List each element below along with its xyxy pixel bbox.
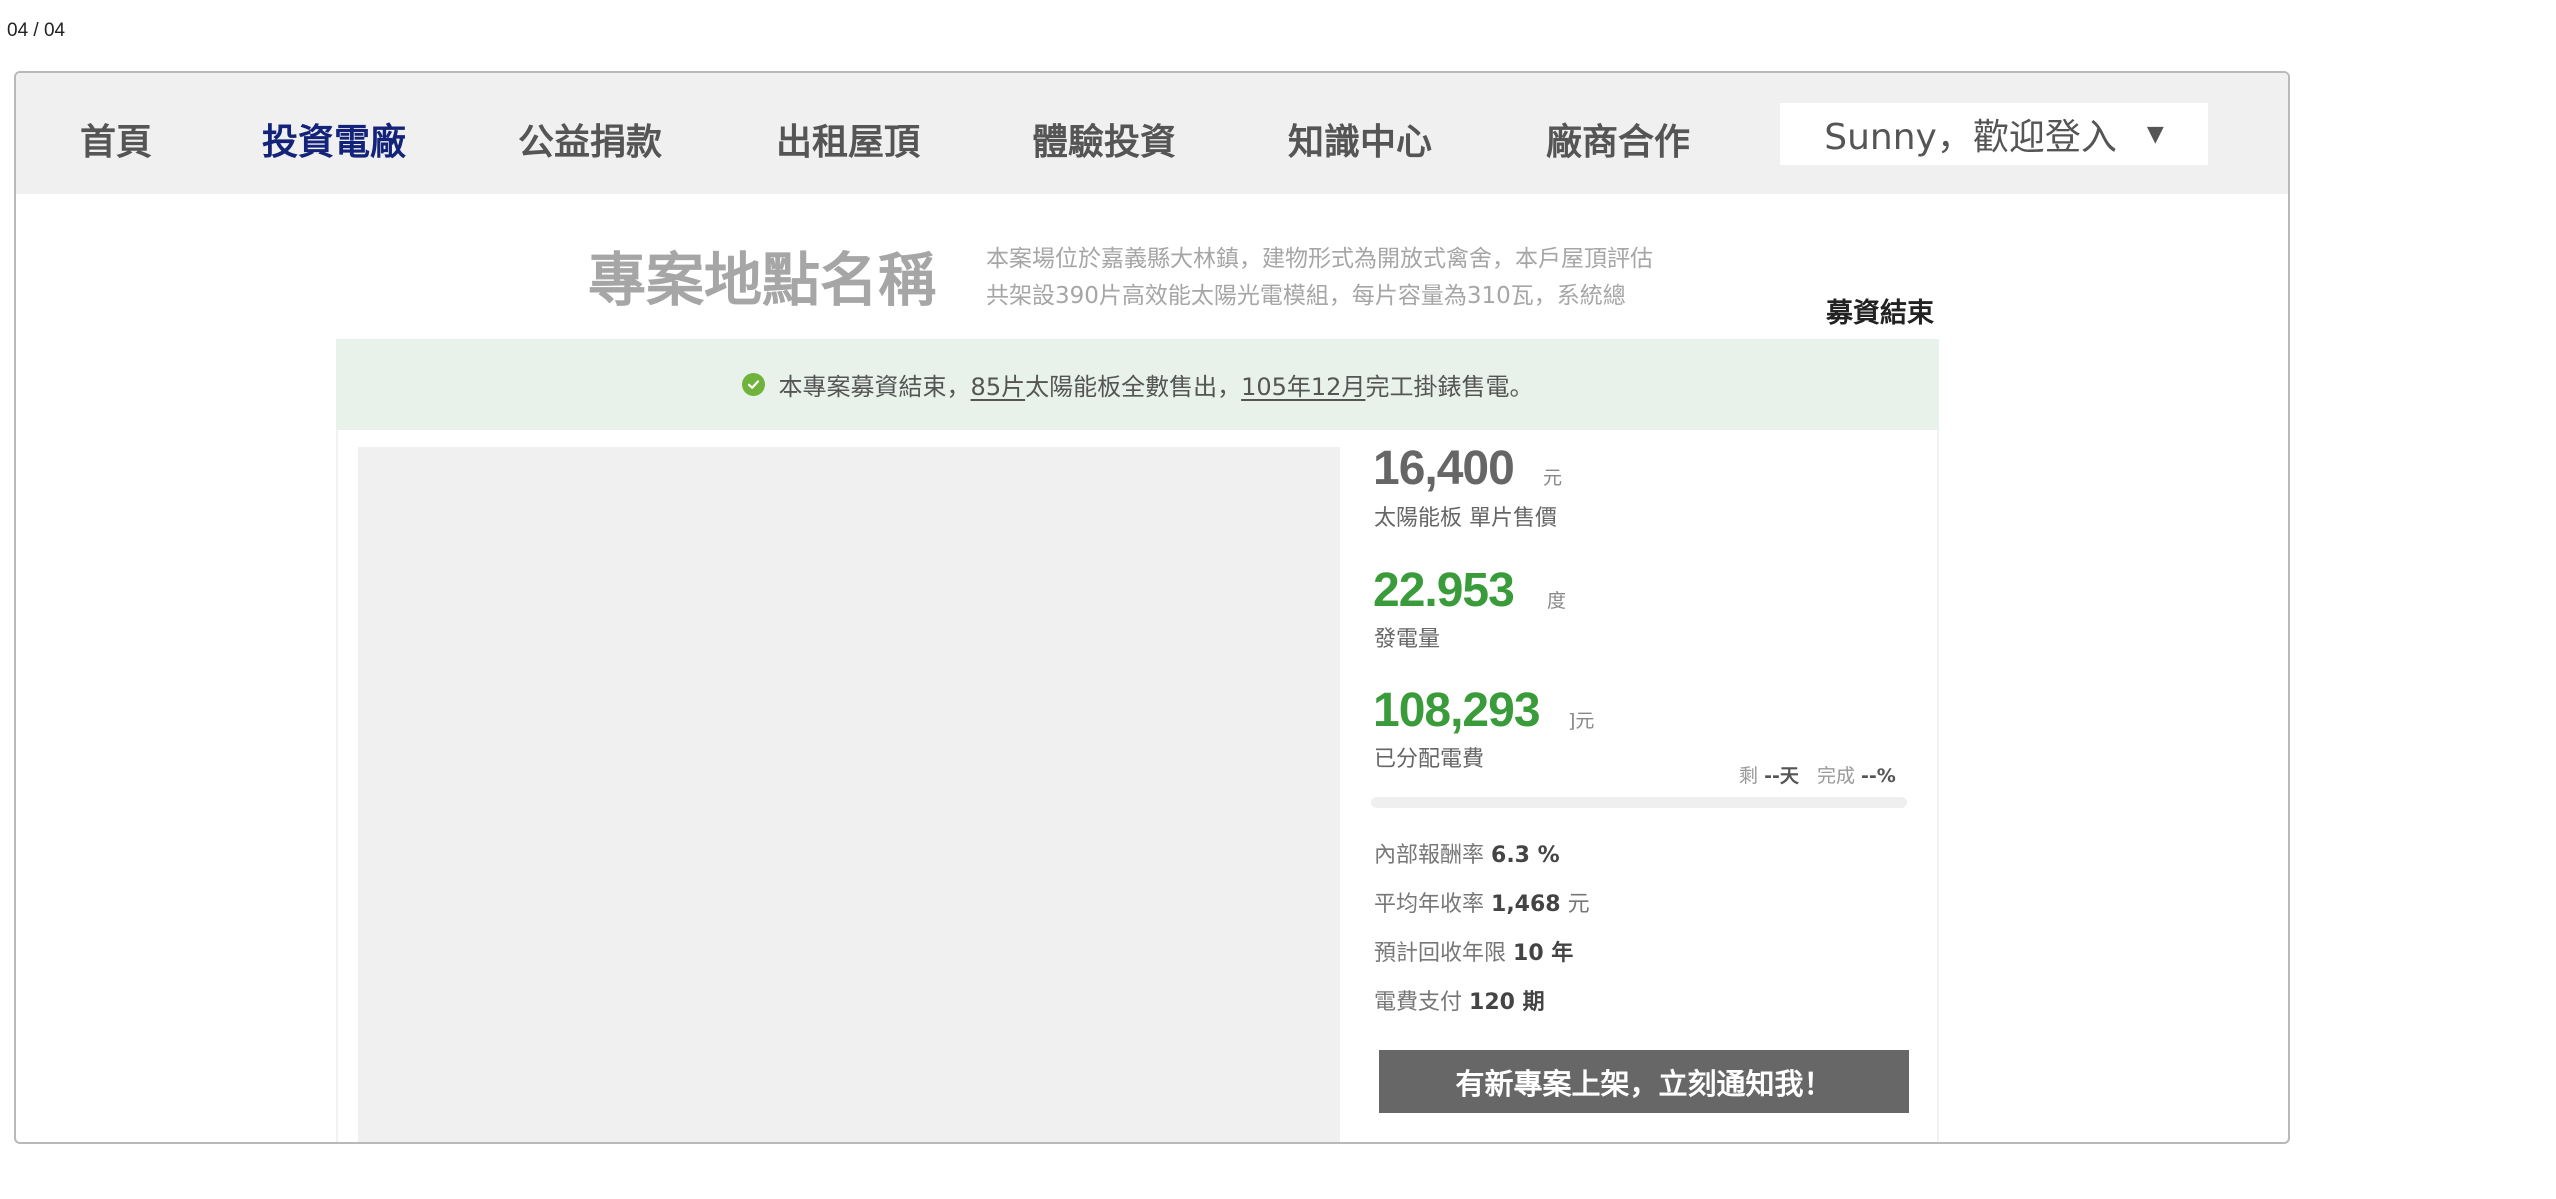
banner-text: 完工掛錶售電。 [1365,373,1534,401]
project-image [358,447,1340,1142]
remain-value: --天 [1764,765,1799,787]
banner-panels: 85片 [970,373,1026,401]
complete-label: 完成 [1816,765,1855,787]
chevron-down-icon: ▼ [2146,121,2164,147]
detail-payback: 預計回收年限 10 年 [1374,935,1573,967]
detail-value: 1,468 [1491,892,1561,917]
funding-ended-banner: 本專案募資結束， 85片 太陽能板全數售出， 105年12月 完工掛錶售電。 [336,339,1939,430]
detail-value: 6.3 % [1491,843,1560,868]
description-line: 共架設390片高效能太陽光電模組，每片容量為310瓦，系統總 [986,283,1626,309]
price-unit: 元 [1543,467,1563,489]
notify-me-button[interactable]: 有新專案上架，立刻通知我！ [1379,1050,1909,1113]
detail-label: 預計回收年限 [1374,941,1507,966]
nav-item-knowledge[interactable]: 知識中心 [1288,113,1432,165]
distributed-label: 已分配電費 [1374,747,1485,772]
price-value: 16,400 [1373,442,1515,495]
complete-value: --% [1861,765,1896,787]
nav-item-partners[interactable]: 廠商合作 [1546,113,1690,165]
user-menu-label: Sunny，歡迎登入 [1824,117,2117,158]
detail-annual-yield: 平均年收率 1,468 元 [1374,886,1590,918]
banner-completion-date: 105年12月 [1241,373,1366,401]
nav-item-home[interactable]: 首頁 [80,113,152,165]
detail-unit: 元 [1567,892,1590,917]
detail-label: 平均年收率 [1374,892,1485,917]
status-badge: 募資結束 [1826,298,1934,329]
remain-label: 剩 [1739,765,1759,787]
generation-value: 22.953 [1373,564,1515,617]
detail-label: 內部報酬率 [1374,843,1485,868]
generation-label: 發電量 [1374,627,1441,652]
project-title: 專案地點名稱 [588,246,937,314]
nav-item-donation[interactable]: 公益捐款 [518,113,662,165]
banner-text: 本專案募資結束， [778,373,971,401]
distributed-value: 108,293 [1373,684,1541,737]
description-line: 本案場位於嘉義縣大林鎮，建物形式為開放式禽舍，本戶屋頂評估 [986,246,1653,272]
page-counter: 04 / 04 [7,20,66,41]
user-menu[interactable]: Sunny，歡迎登入 ▼ [1780,103,2208,165]
detail-value: 10 年 [1513,941,1574,966]
detail-label: 電費支付 [1374,990,1463,1015]
price-label: 太陽能板 單片售價 [1374,506,1557,531]
banner-text: 太陽能板全數售出， [1025,373,1242,401]
detail-payment-periods: 電費支付 120 期 [1374,984,1545,1016]
funding-progress-bar [1371,797,1907,808]
nav-item-invest-plant[interactable]: 投資電廠 [262,113,406,165]
top-nav: 首頁 投資電廠 公益捐款 出租屋頂 體驗投資 知識中心 廠商合作 Sunny，歡… [16,73,2288,194]
check-circle-icon [741,373,765,396]
distributed-unit: ]元 [1568,710,1595,732]
remaining-info: 剩 --天 完成 --% [1739,761,1896,788]
nav-item-trial-invest[interactable]: 體驗投資 [1032,113,1176,165]
generation-unit: 度 [1547,590,1567,612]
detail-value: 120 期 [1469,990,1545,1015]
project-description: 本案場位於嘉義縣大林鎮，建物形式為開放式禽舍，本戶屋頂評估 共架設390片高效能… [986,241,1686,315]
browser-frame: 首頁 投資電廠 公益捐款 出租屋頂 體驗投資 知識中心 廠商合作 Sunny，歡… [14,71,2290,1144]
detail-irr: 內部報酬率 6.3 % [1374,837,1560,869]
nav-item-rent-roof[interactable]: 出租屋頂 [776,113,920,165]
